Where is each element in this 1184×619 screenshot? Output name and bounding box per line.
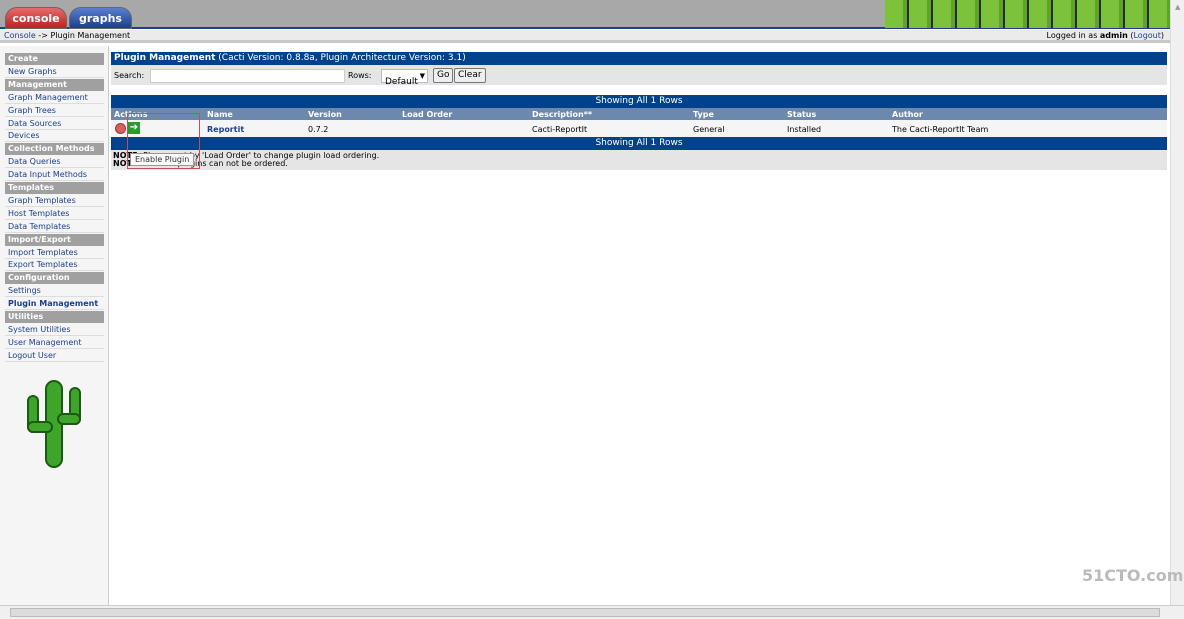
sidebar-item-graph-trees[interactable]: Graph Trees (5, 105, 104, 117)
scroll-up-icon[interactable]: ▲ (1175, 3, 1180, 11)
rows-label: Rows: (348, 71, 372, 80)
tab-graphs[interactable]: graphs (69, 7, 132, 29)
breadcrumb: Console -> Plugin Management Logged in a… (0, 30, 1170, 43)
showing-rows-top: Showing All 1 Rows (111, 95, 1167, 108)
col-type[interactable]: Type (693, 110, 714, 119)
filter-bar: Search: Rows: Default ▼ Go Clear (111, 65, 1167, 87)
sidebar-item-import-templates[interactable]: Import Templates (5, 247, 104, 259)
rows-select[interactable]: Default ▼ (381, 69, 428, 87)
clear-button[interactable]: Clear (454, 68, 486, 83)
search-label: Search: (114, 71, 145, 80)
plugin-status: Installed (787, 125, 822, 134)
plugin-type: General (693, 125, 725, 134)
col-load-order[interactable]: Load Order (402, 110, 452, 119)
plugin-description: Cacti-ReportIt (532, 125, 588, 134)
sidebar-item-export-templates[interactable]: Export Templates (5, 259, 104, 272)
login-status: Logged in as admin (Logout) (1046, 31, 1164, 40)
cactus-banner-image (885, 0, 1170, 28)
vertical-scrollbar[interactable]: ▲ (1170, 0, 1184, 605)
login-prefix: Logged in as (1046, 31, 1100, 40)
col-author[interactable]: Author (892, 110, 923, 119)
note-line: NOTE: SYSTEM plugins can not be ordered. (113, 159, 288, 168)
scrollbar-thumb[interactable] (10, 608, 1160, 617)
sidebar-item-host-templates[interactable]: Host Templates (5, 208, 104, 220)
sidebar-item-data-templates[interactable]: Data Templates (5, 221, 104, 233)
panel-title: Plugin Management (114, 53, 216, 63)
plugin-version: 0.7.2 (308, 125, 329, 134)
sidebar-item-settings[interactable]: Settings (5, 285, 104, 298)
sidebar-item-data-queries[interactable]: Data Queries (5, 156, 104, 169)
sidebar-item-graph-templates[interactable]: Graph Templates (5, 195, 104, 207)
sidebar-item-plugin-management[interactable]: Plugin Management (5, 298, 104, 311)
notes: NOTE: Please sort by 'Load Order' to cha… (111, 150, 1167, 170)
sidebar-heading-management: Management (5, 78, 104, 91)
sidebar-heading-utilities: Utilities (5, 311, 104, 323)
chevron-down-icon: ▼ (419, 72, 425, 80)
plugin-name-link[interactable]: Reportit (207, 125, 244, 134)
search-input[interactable] (150, 69, 345, 83)
tab-console[interactable]: console (5, 7, 67, 29)
sidebar-item-data-input-methods[interactable]: Data Input Methods (5, 169, 104, 182)
sidebar-heading-configuration: Configuration (5, 272, 104, 285)
header-banner: console graphs (0, 0, 1170, 29)
sidebar-item-data-sources[interactable]: Data Sources (5, 118, 104, 130)
sidebar-item-new-graphs[interactable]: New Graphs (5, 66, 104, 78)
panel-subtitle: (Cacti Version: 0.8.8a, Plugin Architect… (215, 53, 466, 63)
go-button[interactable]: Go (433, 68, 454, 83)
col-version[interactable]: Version (308, 110, 342, 119)
sidebar-item-system-utilities[interactable]: System Utilities (5, 324, 104, 336)
breadcrumb-console-link[interactable]: Console (4, 31, 36, 40)
uninstall-plugin-icon[interactable] (115, 123, 126, 134)
col-name[interactable]: Name (207, 110, 233, 119)
breadcrumb-separator: -> (35, 31, 51, 40)
plugin-author: The Cacti-ReportIt Team (892, 125, 989, 134)
sidebar-heading-collection-methods: Collection Methods (5, 143, 104, 156)
sidebar-item-graph-management[interactable]: Graph Management (5, 92, 104, 104)
panel-title-bar: Plugin Management (Cacti Version: 0.8.8a… (111, 52, 1167, 65)
sidebar-item-devices[interactable]: Devices (5, 130, 104, 143)
col-description[interactable]: Description** (532, 110, 592, 119)
sidebar-item-logout-user[interactable]: Logout User (5, 350, 104, 362)
sidebar-item-user-management[interactable]: User Management (5, 337, 104, 349)
horizontal-scrollbar[interactable] (0, 605, 1184, 619)
rows-value: Default (385, 77, 418, 87)
breadcrumb-current: Plugin Management (50, 31, 131, 40)
sidebar-heading-create: Create (5, 53, 104, 65)
tooltip: Enable Plugin (130, 153, 195, 166)
col-status[interactable]: Status (787, 110, 816, 119)
table-header: Actions Name Version Load Order Descript… (111, 108, 1167, 120)
plugin-panel: Plugin Management (Cacti Version: 0.8.8a… (111, 52, 1167, 170)
sidebar-heading-templates: Templates (5, 182, 104, 194)
sidebar-heading-import-export: Import/Export (5, 233, 104, 246)
sidebar: Create New Graphs Management Graph Manageme… (0, 46, 109, 605)
table-row: ➔ Reportit 0.7.2 Cacti-ReportIt General … (111, 120, 1167, 137)
watermark-logo: 51CTO.com (1082, 566, 1184, 585)
showing-rows-bottom: Showing All 1 Rows (111, 137, 1167, 150)
cactus-logo (27, 380, 81, 468)
login-user: admin (1099, 31, 1128, 40)
logout-link[interactable]: Logout (1133, 31, 1160, 40)
